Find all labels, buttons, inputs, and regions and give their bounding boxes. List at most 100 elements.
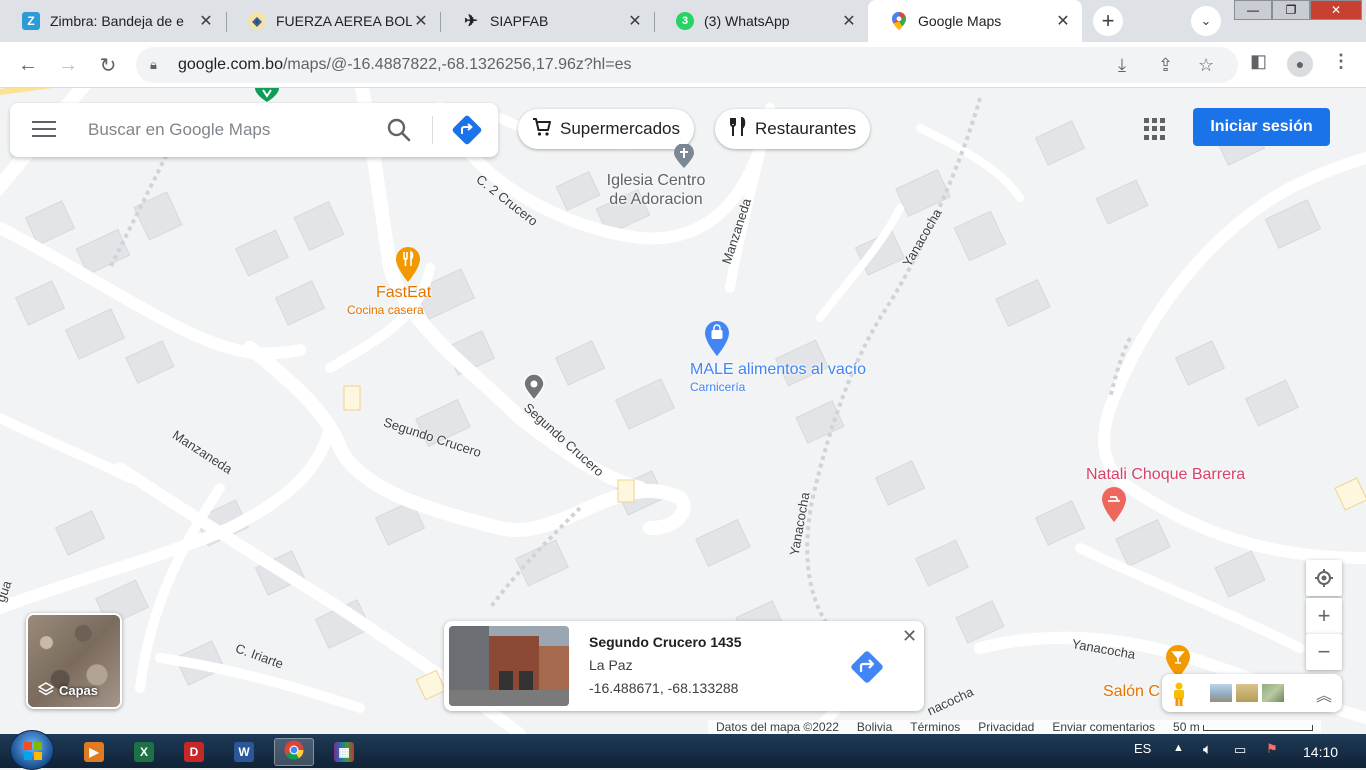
- hamburger-menu-icon[interactable]: [32, 121, 56, 139]
- window-controls: — ❐ ✕: [1234, 0, 1362, 20]
- side-panel-icon[interactable]: ◧: [1250, 51, 1267, 72]
- taskbar-chrome[interactable]: [274, 738, 314, 766]
- search-input[interactable]: [88, 117, 378, 143]
- close-icon[interactable]: ✕: [626, 11, 644, 31]
- show-hidden-icons-icon[interactable]: ▲: [1173, 742, 1184, 754]
- address-bar[interactable]: 🔒︎ google.com.bo/maps/@-16.4887822,-68.1…: [136, 47, 1238, 83]
- profile-avatar-icon[interactable]: ●: [1287, 51, 1313, 77]
- imagery-thumb-1[interactable]: [1210, 684, 1232, 702]
- location-pin-icon[interactable]: [523, 373, 545, 405]
- place-card-coordinates: -16.488671, -68.133288: [589, 680, 739, 696]
- scale-label: 50 m: [1173, 720, 1200, 734]
- card-directions-icon[interactable]: [849, 649, 885, 685]
- imagery-thumb-3[interactable]: [1262, 684, 1284, 702]
- map-canvas[interactable]: C. 2 Crucero Manzaneda Yanacocha Segundo…: [0, 88, 1366, 734]
- chip-supermercados[interactable]: Supermercados: [518, 109, 695, 149]
- url-host: google.com.bo: [178, 56, 283, 73]
- taskbar-excel[interactable]: X: [124, 738, 164, 766]
- pegman-icon[interactable]: [1172, 682, 1186, 706]
- reload-button[interactable]: ↻: [94, 51, 122, 79]
- close-icon[interactable]: ✕: [412, 11, 430, 31]
- scale-bar[interactable]: 50 m: [1173, 720, 1314, 734]
- street-view-bar[interactable]: ︽: [1162, 674, 1342, 712]
- footer-feedback-link[interactable]: Enviar comentarios: [1052, 720, 1155, 734]
- tab-whatsapp[interactable]: 3 (3) WhatsApp ✕: [654, 0, 868, 42]
- close-icon[interactable]: ✕: [1054, 11, 1072, 31]
- directions-icon[interactable]: [452, 115, 482, 145]
- install-app-icon[interactable]: ⤓: [1118, 55, 1126, 76]
- beauty-salon-marker-icon[interactable]: [1101, 486, 1127, 527]
- window-close-button[interactable]: ✕: [1310, 0, 1362, 20]
- volume-icon[interactable]: 🔈︎: [1203, 741, 1212, 758]
- action-center-flag-icon[interactable]: ⚑: [1266, 741, 1278, 757]
- chip-label: Supermercados: [560, 119, 681, 138]
- google-maps-icon: [890, 12, 908, 30]
- windows-start-button[interactable]: [10, 730, 54, 770]
- church-marker-icon[interactable]: [673, 143, 695, 173]
- tab-search-button[interactable]: ⌄: [1191, 6, 1221, 36]
- tab-google-maps[interactable]: Google Maps ✕: [868, 0, 1082, 42]
- shopping-bag-marker-icon[interactable]: [704, 320, 730, 361]
- taskbar-word[interactable]: W: [224, 738, 264, 766]
- tab-fuerza-aerea[interactable]: ◈ FUERZA AEREA BOLIV ✕: [226, 0, 440, 42]
- close-icon[interactable]: ✕: [840, 11, 858, 31]
- share-icon[interactable]: ⇪: [1158, 55, 1173, 76]
- fab-shield-icon: ◈: [248, 12, 266, 30]
- minimize-button[interactable]: —: [1234, 0, 1272, 20]
- winrar-icon: ▦: [334, 742, 354, 762]
- imagery-thumb-2[interactable]: [1236, 684, 1258, 702]
- poi-church-line1: Iglesia Centro: [606, 172, 706, 189]
- poi-male-name[interactable]: MALE alimentos al vacío: [690, 361, 866, 379]
- url-text: google.com.bo/maps/@-16.4887822,-68.1326…: [178, 56, 631, 74]
- poi-church-label[interactable]: Iglesia Centro de Adoracion: [601, 171, 711, 209]
- taskbar-d-app[interactable]: D: [174, 738, 214, 766]
- footer-country-link[interactable]: Bolivia: [857, 720, 892, 734]
- back-button[interactable]: ←: [14, 51, 42, 79]
- tab-title: SIAPFAB: [490, 13, 549, 29]
- tab-zimbra[interactable]: Z Zimbra: Bandeja de e ✕: [0, 0, 225, 42]
- chevron-up-icon[interactable]: ︽: [1316, 682, 1332, 706]
- forward-button[interactable]: →: [54, 51, 82, 79]
- poi-natali-name[interactable]: Natali Choque Barrera: [1086, 466, 1245, 484]
- chip-restaurantes[interactable]: Restaurantes: [715, 109, 871, 149]
- place-card[interactable]: Segundo Crucero 1435 La Paz -16.488671, …: [444, 621, 924, 711]
- footer-privacy-link[interactable]: Privacidad: [978, 720, 1034, 734]
- poi-fasteat-name[interactable]: FastEat: [376, 284, 431, 302]
- taskbar-winrar[interactable]: ▦: [324, 738, 364, 766]
- close-icon[interactable]: ✕: [197, 11, 215, 31]
- footer-terms-link[interactable]: Términos: [910, 720, 960, 734]
- maps-search-box: [10, 103, 498, 157]
- poi-male-category: Carnicería: [690, 380, 746, 394]
- restaurant-marker-icon[interactable]: [395, 246, 421, 287]
- street-view-thumbnail[interactable]: [449, 626, 569, 706]
- search-divider: [432, 116, 433, 144]
- chip-label: Restaurantes: [755, 119, 857, 138]
- place-card-city: La Paz: [589, 657, 633, 673]
- layers-button[interactable]: Capas: [26, 613, 122, 709]
- google-apps-icon[interactable]: [1144, 118, 1166, 140]
- network-icon[interactable]: ▭: [1234, 742, 1246, 758]
- layers-label: Capas: [59, 683, 99, 698]
- word-icon: W: [234, 742, 254, 762]
- more-menu-icon[interactable]: ⋮: [1332, 51, 1350, 72]
- excel-icon: X: [134, 742, 154, 762]
- taskbar-media-player[interactable]: ▶: [74, 738, 114, 766]
- restore-button[interactable]: ❐: [1272, 0, 1310, 20]
- my-location-button[interactable]: [1306, 560, 1342, 596]
- tab-title: FUERZA AEREA BOLIV: [276, 13, 412, 29]
- language-indicator[interactable]: ES: [1134, 741, 1151, 756]
- card-close-icon[interactable]: ✕: [902, 626, 917, 647]
- search-icon[interactable]: [386, 117, 412, 143]
- cart-icon: [532, 117, 552, 142]
- poi-salon-name[interactable]: Salón C: [1103, 683, 1160, 701]
- signin-button[interactable]: Iniciar sesión: [1193, 108, 1330, 146]
- zoom-in-button[interactable]: +: [1306, 598, 1342, 634]
- clock[interactable]: 14:10: [1303, 744, 1338, 760]
- zoom-out-button[interactable]: −: [1306, 634, 1342, 670]
- tab-siapfab[interactable]: ✈ SIAPFAB ✕: [440, 0, 654, 42]
- bookmark-star-icon[interactable]: ☆: [1198, 55, 1214, 76]
- browser-tabstrip: Z Zimbra: Bandeja de e ✕ ◈ FUERZA AEREA …: [0, 0, 1366, 42]
- tab-title: Google Maps: [918, 13, 1002, 29]
- new-tab-button[interactable]: +: [1093, 6, 1123, 36]
- layers-icon: [37, 682, 55, 699]
